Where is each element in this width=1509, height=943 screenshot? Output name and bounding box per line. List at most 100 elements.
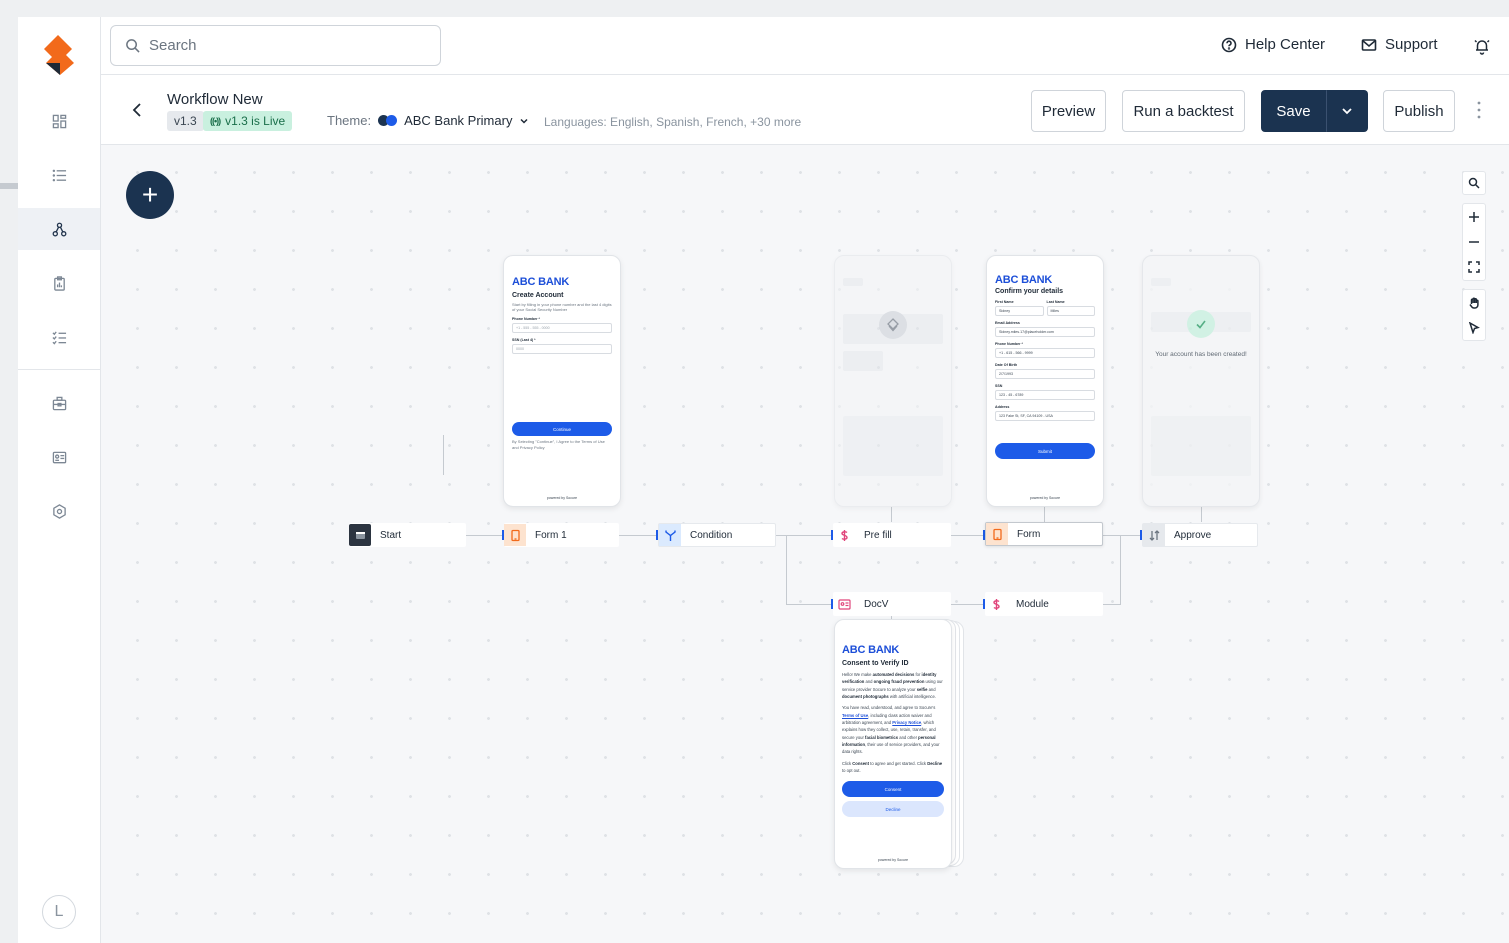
search-icon <box>126 39 140 53</box>
user-avatar[interactable]: L <box>42 895 76 929</box>
zoom-controls <box>1462 203 1486 281</box>
sidebar-item-cases[interactable] <box>18 382 100 424</box>
pointer-controls <box>1462 289 1486 341</box>
sidebar: L <box>18 17 101 943</box>
id-card-icon <box>833 593 855 615</box>
languages-text: Languages: English, Spanish, French, +30… <box>544 115 802 129</box>
sidebar-item-dashboard[interactable] <box>18 100 100 142</box>
terminal-icon <box>349 524 371 546</box>
bell-icon[interactable] <box>1473 37 1491 55</box>
workflow-icon <box>52 222 66 236</box>
save-button[interactable]: Save <box>1261 90 1326 132</box>
screen-consent: ABC BANK Consent to Verify ID Hello! We … <box>834 619 952 869</box>
connector <box>776 535 831 536</box>
avatar-initial: L <box>54 903 64 920</box>
node-prefill[interactable]: Pre fill <box>833 523 951 547</box>
sidebar-item-settings[interactable] <box>18 490 100 532</box>
check-icon <box>1187 310 1215 338</box>
screen-account-created[interactable]: Your account has been created! <box>1142 255 1260 507</box>
sidebar-item-reports[interactable] <box>18 262 100 304</box>
app-window: L Search Help Center Support Workflow Ne… <box>18 17 1509 943</box>
field-label: Phone Number * <box>512 317 540 322</box>
dob-field: 2/7/1993 <box>995 369 1095 379</box>
add-node-button[interactable]: + <box>126 171 174 219</box>
zoom-out-icon[interactable] <box>1468 236 1480 248</box>
checklist-icon <box>51 330 66 345</box>
field-label: Last Name <box>1046 300 1065 304</box>
zoom-in-icon[interactable] <box>1468 211 1480 223</box>
connector <box>1120 535 1121 605</box>
screen-heading: Create Account <box>512 292 564 299</box>
top-bar: Search Help Center Support <box>101 17 1509 75</box>
ssn-field: 123 - 45 - 6789 <box>995 390 1095 400</box>
node-module[interactable]: Module <box>985 592 1103 616</box>
window-edge-marker <box>0 183 18 189</box>
field-label: Phone Number * <box>995 342 1023 346</box>
bank-logo: ABC BANK <box>842 644 900 656</box>
node-form-1[interactable]: Form 1 <box>504 523 619 547</box>
screen-consent-stack[interactable]: ABC BANK Consent to Verify ID Hello! We … <box>834 619 964 869</box>
brand-logo[interactable] <box>44 35 76 75</box>
sidebar-divider <box>18 369 100 370</box>
field-label: Date Of Birth <box>995 363 1018 367</box>
ssn-field: 0000 <box>512 344 612 355</box>
node-label: Form <box>1017 528 1041 540</box>
node-start[interactable]: Start <box>349 523 466 547</box>
more-options-icon[interactable] <box>1477 101 1481 119</box>
node-label: DocV <box>864 598 889 610</box>
save-options-button[interactable] <box>1326 90 1368 132</box>
sidebar-item-list[interactable] <box>18 154 100 196</box>
support-link[interactable]: Support <box>1361 36 1438 53</box>
node-condition[interactable]: Condition <box>658 523 776 547</box>
arrows-updown-icon <box>1143 524 1165 546</box>
search-input[interactable]: Search <box>110 25 441 66</box>
sidebar-item-workflows[interactable] <box>18 208 100 250</box>
version-badge: v1.3 <box>167 111 204 131</box>
workflow-canvas[interactable]: + ABC BANK Create Account Start by filli… <box>101 145 1509 943</box>
bank-logo: ABC BANK <box>995 274 1053 286</box>
connector <box>786 535 787 605</box>
connector <box>891 507 892 522</box>
search-placeholder: Search <box>149 37 197 54</box>
canvas-search-button[interactable] <box>1462 171 1486 195</box>
preview-button[interactable]: Preview <box>1031 90 1106 132</box>
fit-screen-icon[interactable] <box>1468 261 1480 274</box>
hand-icon[interactable] <box>1468 296 1480 309</box>
help-center-link[interactable]: Help Center <box>1221 36 1325 53</box>
publish-button[interactable]: Publish <box>1383 90 1455 132</box>
screen-heading: Consent to Verify ID <box>842 660 909 667</box>
node-label: Start <box>380 529 402 541</box>
connector <box>1044 507 1045 522</box>
phone-field: +1 - 555 - 555 - 0000 <box>512 323 612 334</box>
node-label: Module <box>1016 598 1049 610</box>
sidebar-item-identities[interactable] <box>18 436 100 478</box>
sidebar-item-checklist[interactable] <box>18 316 100 358</box>
screen-prefill-loading[interactable] <box>834 255 952 507</box>
connector <box>443 435 444 475</box>
split-icon <box>659 524 681 546</box>
cursor-icon[interactable] <box>1468 321 1480 334</box>
phone-field: +1 - 615 - 566 - 9999 <box>995 348 1095 358</box>
field-label: SSN (Last 4) * <box>512 338 536 343</box>
node-form[interactable]: Form <box>985 522 1103 546</box>
connector <box>1103 535 1140 536</box>
connector <box>466 535 504 536</box>
theme-selector[interactable]: Theme: ABC Bank Primary <box>327 113 529 128</box>
workflow-title: Workflow New <box>167 91 263 108</box>
help-circle-icon <box>1221 37 1237 52</box>
consent-button: Consent <box>842 781 944 798</box>
screen-confirm-details[interactable]: ABC BANK Confirm your details First Name… <box>986 255 1104 507</box>
back-chevron-icon[interactable] <box>131 103 143 117</box>
powered-by: powered by Socure <box>546 496 578 500</box>
theme-label: Theme: <box>327 113 372 128</box>
node-approve[interactable]: Approve <box>1142 523 1258 547</box>
success-message: Your account has been created! <box>1155 351 1247 358</box>
layers-icon <box>879 311 907 339</box>
connector <box>619 535 657 536</box>
bank-logo: ABC BANK <box>512 276 570 288</box>
screen-create-account[interactable]: ABC BANK Create Account Start by filling… <box>503 255 621 507</box>
screen-heading: Confirm your details <box>995 288 1064 295</box>
node-docv[interactable]: DocV <box>833 592 951 616</box>
run-backtest-button[interactable]: Run a backtest <box>1122 90 1245 132</box>
field-label: SSN <box>995 384 1003 388</box>
